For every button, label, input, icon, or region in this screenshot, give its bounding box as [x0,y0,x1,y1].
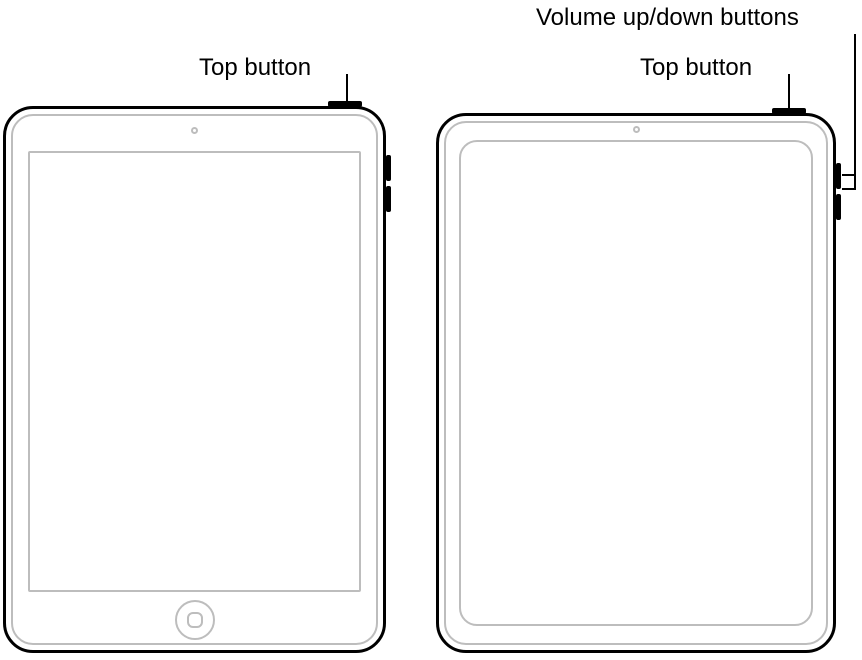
leader-volume-h2 [842,188,856,190]
leader-volume-h1 [842,174,856,176]
right-ipad-volume-down-button[interactable] [836,194,841,220]
right-ipad-frame [436,113,836,653]
left-ipad-camera [191,127,198,134]
right-ipad-screen[interactable] [459,140,813,626]
label-top-button-right: Top button [640,54,752,82]
right-ipad-camera [633,126,640,133]
right-ipad-volume-up-button[interactable] [836,163,841,189]
left-ipad-screen[interactable] [28,151,361,592]
left-ipad-home-button[interactable] [175,600,215,640]
leader-top-left [346,74,348,104]
left-ipad-side-button-2[interactable] [386,186,391,212]
label-top-button-left: Top button [199,54,311,82]
label-volume-buttons: Volume up/down buttons [536,4,799,32]
left-ipad-side-button-1[interactable] [386,155,391,181]
leader-volume-vertical [854,34,856,190]
left-ipad-frame [3,106,386,653]
leader-top-right [788,74,790,110]
home-button-glyph [187,612,203,628]
